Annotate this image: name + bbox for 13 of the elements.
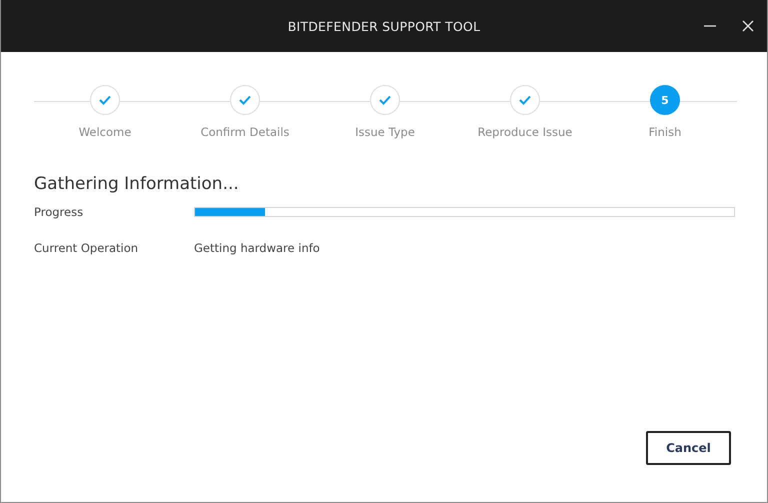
step-label: Reproduce Issue [478, 125, 572, 139]
step-label: Finish [648, 125, 682, 139]
cancel-button[interactable]: Cancel [646, 431, 731, 465]
section-heading: Gathering Information... [34, 174, 240, 194]
step-label: Issue Type [355, 125, 415, 139]
field-label: Current Operation [34, 241, 140, 255]
close-icon [742, 20, 754, 32]
field-label: Progress [34, 205, 84, 219]
operation-value: Getting hardware info [194, 241, 321, 255]
window-title: BITDEFENDER SUPPORT TOOL [288, 18, 480, 34]
step-label: Welcome [78, 125, 132, 139]
step-label: Confirm Details [200, 125, 290, 139]
step-number: 5 [650, 85, 680, 115]
